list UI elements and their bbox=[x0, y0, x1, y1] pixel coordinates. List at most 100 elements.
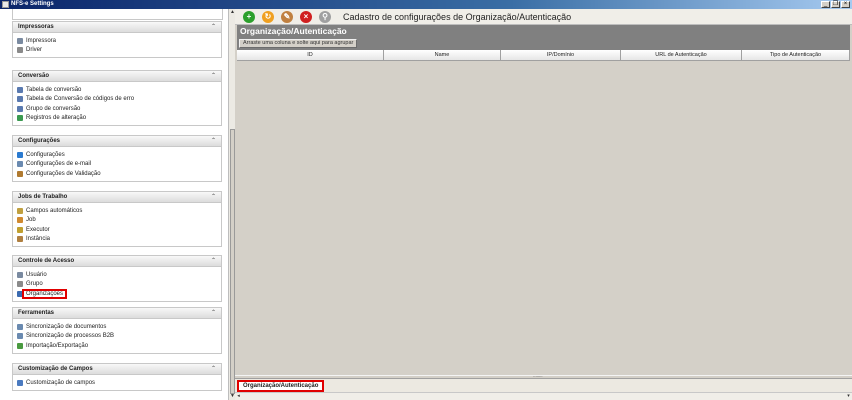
add-icon[interactable]: + bbox=[243, 11, 255, 23]
sidebar-item[interactable]: Tabela de Conversão de códigos de erro bbox=[17, 95, 221, 105]
sidebar-group-header[interactable]: Impressoras ⌃ bbox=[13, 22, 221, 33]
sidebar-item-label: Sincronização de processos B2B bbox=[26, 333, 115, 340]
sidebar-item[interactable]: Importação/Exportação bbox=[17, 341, 221, 351]
column-header-auth-type[interactable]: Tipo de Autenticação bbox=[742, 50, 850, 60]
collapse-chevron-icon[interactable]: ⌃ bbox=[211, 365, 216, 372]
collapse-chevron-icon[interactable]: ⌃ bbox=[211, 309, 216, 316]
sync-docs-icon bbox=[17, 323, 23, 330]
group-by-hint: Arraste uma coluna e solte aqui para agr… bbox=[239, 39, 358, 48]
collapse-chevron-icon[interactable]: ⌃ bbox=[211, 72, 216, 79]
column-header-name[interactable]: Name bbox=[384, 50, 501, 60]
sidebar-item-label: Tabela de Conversão de códigos de erro bbox=[26, 96, 135, 103]
validation-icon bbox=[17, 170, 23, 177]
collapse-chevron-icon[interactable]: ⌃ bbox=[211, 23, 216, 30]
instance-icon bbox=[17, 236, 23, 243]
sidebar-group-title: Ferramentas bbox=[18, 310, 55, 316]
sidebar-group: Impressoras ⌃ Impressora Driver bbox=[12, 21, 222, 58]
organizations-icon bbox=[17, 290, 23, 297]
sidebar-group-header[interactable]: Configurações ⌃ bbox=[13, 136, 221, 147]
app-icon bbox=[2, 1, 9, 8]
sidebar-item[interactable]: Configurações bbox=[17, 150, 221, 160]
tab-strip: Organização/Autenticação bbox=[235, 379, 852, 392]
sidebar-item[interactable]: Customização de campos bbox=[17, 378, 221, 388]
sidebar-item[interactable]: Configurações de Validação bbox=[17, 169, 221, 179]
horizontal-scrollbar[interactable]: ◂ ▾ bbox=[235, 392, 852, 400]
collapse-chevron-icon[interactable]: ⌃ bbox=[211, 137, 216, 144]
sidebar-group: Controle de Acesso ⌃ Usuário Grupo Organizaç… bbox=[12, 255, 222, 302]
sidebar-group-title: Controle de Acesso bbox=[18, 258, 75, 264]
error-code-table-icon bbox=[17, 96, 23, 103]
window-controls: _ ❐ × bbox=[821, 1, 850, 8]
sidebar-group-title: Impressoras bbox=[18, 24, 54, 30]
sidebar-scrollbar[interactable]: ▲ ▼ bbox=[228, 9, 235, 400]
sidebar-top-group bbox=[12, 9, 223, 20]
sidebar-item[interactable]: Executor bbox=[17, 225, 221, 235]
sidebar-item-label: Campos automáticos bbox=[26, 207, 83, 214]
sidebar-item-label: Driver bbox=[26, 47, 42, 54]
title-bar: NFS-e Settings _ ❐ × bbox=[0, 0, 852, 9]
scroll-right-arrow-icon[interactable]: ▾ bbox=[845, 393, 852, 400]
toolbar: + ↻ ✎ × ⚲ Cadastro de configurações de Organ… bbox=[235, 9, 852, 25]
sidebar-group-header[interactable]: Jobs de Trabalho ⌃ bbox=[13, 192, 221, 203]
sidebar-item[interactable]: Tabela de conversão bbox=[17, 85, 221, 95]
executor-icon bbox=[17, 226, 23, 233]
sidebar-item[interactable]: Organizações bbox=[17, 288, 221, 299]
globe-icon bbox=[17, 151, 23, 158]
sidebar-group-title: Customização de Campos bbox=[18, 366, 93, 372]
sidebar-item-label: Organizações bbox=[21, 288, 68, 299]
sidebar-item[interactable]: Configurações de e-mail bbox=[17, 160, 221, 170]
sidebar-item[interactable]: Job bbox=[17, 216, 221, 226]
collapse-chevron-icon[interactable]: ⌃ bbox=[211, 193, 216, 200]
auto-fields-icon bbox=[17, 207, 23, 214]
sidebar-item[interactable]: Driver bbox=[17, 46, 221, 56]
column-header-auth-url[interactable]: URL de Autenticação bbox=[621, 50, 742, 60]
sidebar-item-label: Job bbox=[26, 217, 36, 224]
sidebar-item[interactable]: Sincronização de processos B2B bbox=[17, 332, 221, 342]
sidebar-group-header[interactable]: Controle de Acesso ⌃ bbox=[13, 256, 221, 267]
sidebar-item-label: Importação/Exportação bbox=[26, 342, 89, 349]
change-log-icon bbox=[17, 115, 23, 122]
minimize-button[interactable]: _ bbox=[821, 1, 830, 8]
sidebar-group-title: Configurações bbox=[18, 138, 61, 144]
sidebar-item[interactable]: Grupo de conversão bbox=[17, 104, 221, 114]
driver-icon bbox=[17, 47, 23, 54]
search-icon[interactable]: ⚲ bbox=[319, 11, 331, 23]
column-header-id[interactable]: ID bbox=[237, 50, 384, 60]
email-icon bbox=[17, 161, 23, 168]
sidebar-item-label: Registros de alteração bbox=[26, 115, 87, 122]
sidebar-item[interactable]: Impressora bbox=[17, 36, 221, 46]
printer-icon bbox=[17, 37, 23, 44]
toolbar-title: Cadastro de configurações de Organização… bbox=[343, 12, 572, 22]
sidebar-item-label: Grupo bbox=[26, 281, 43, 288]
sidebar-group-header[interactable]: Customização de Campos ⌃ bbox=[13, 364, 221, 375]
sidebar-item[interactable]: Campos automáticos bbox=[17, 206, 221, 216]
sidebar-item-label: Sincronização de documentos bbox=[26, 323, 107, 330]
sidebar-group-header[interactable]: Ferramentas ⌃ bbox=[13, 308, 221, 319]
group-by-area[interactable]: Arraste uma coluna e solte aqui para agr… bbox=[237, 37, 850, 50]
user-icon bbox=[17, 271, 23, 278]
job-icon bbox=[17, 217, 23, 224]
sidebar-item-label: Impressora bbox=[26, 37, 57, 44]
sidebar-item[interactable]: Grupo bbox=[17, 280, 221, 290]
delete-icon[interactable]: × bbox=[300, 11, 312, 23]
sidebar-group-header[interactable]: Conversão ⌃ bbox=[13, 71, 221, 82]
pencil-icon[interactable]: ✎ bbox=[281, 11, 293, 23]
sidebar-item-label: Customização de campos bbox=[26, 379, 96, 386]
sidebar-item[interactable]: Usuário bbox=[17, 270, 221, 280]
grid-body[interactable] bbox=[237, 61, 850, 375]
sidebar-item[interactable]: Instância bbox=[17, 235, 221, 245]
collapse-chevron-icon[interactable]: ⌃ bbox=[211, 257, 216, 264]
column-header-ip-domain[interactable]: IP/Domínio bbox=[501, 50, 621, 60]
close-button[interactable]: × bbox=[841, 1, 850, 8]
sidebar-item-label: Executor bbox=[26, 226, 50, 233]
sidebar-item[interactable]: Sincronização de documentos bbox=[17, 322, 221, 332]
refresh-icon[interactable]: ↻ bbox=[262, 11, 274, 23]
sidebar-item[interactable]: Registros de alteração bbox=[17, 114, 221, 124]
sidebar-group: Jobs de Trabalho ⌃ Campos automáticos Job Ex… bbox=[12, 191, 222, 247]
panel-header: Organização/Autenticação bbox=[237, 25, 850, 37]
scroll-left-arrow-icon[interactable]: ◂ bbox=[235, 393, 242, 400]
sync-b2b-icon bbox=[17, 333, 23, 340]
sidebar-item-label: Grupo de conversão bbox=[26, 105, 81, 112]
tab-organizacao-autenticacao[interactable]: Organização/Autenticação bbox=[237, 380, 325, 392]
restore-button[interactable]: ❐ bbox=[831, 1, 840, 8]
